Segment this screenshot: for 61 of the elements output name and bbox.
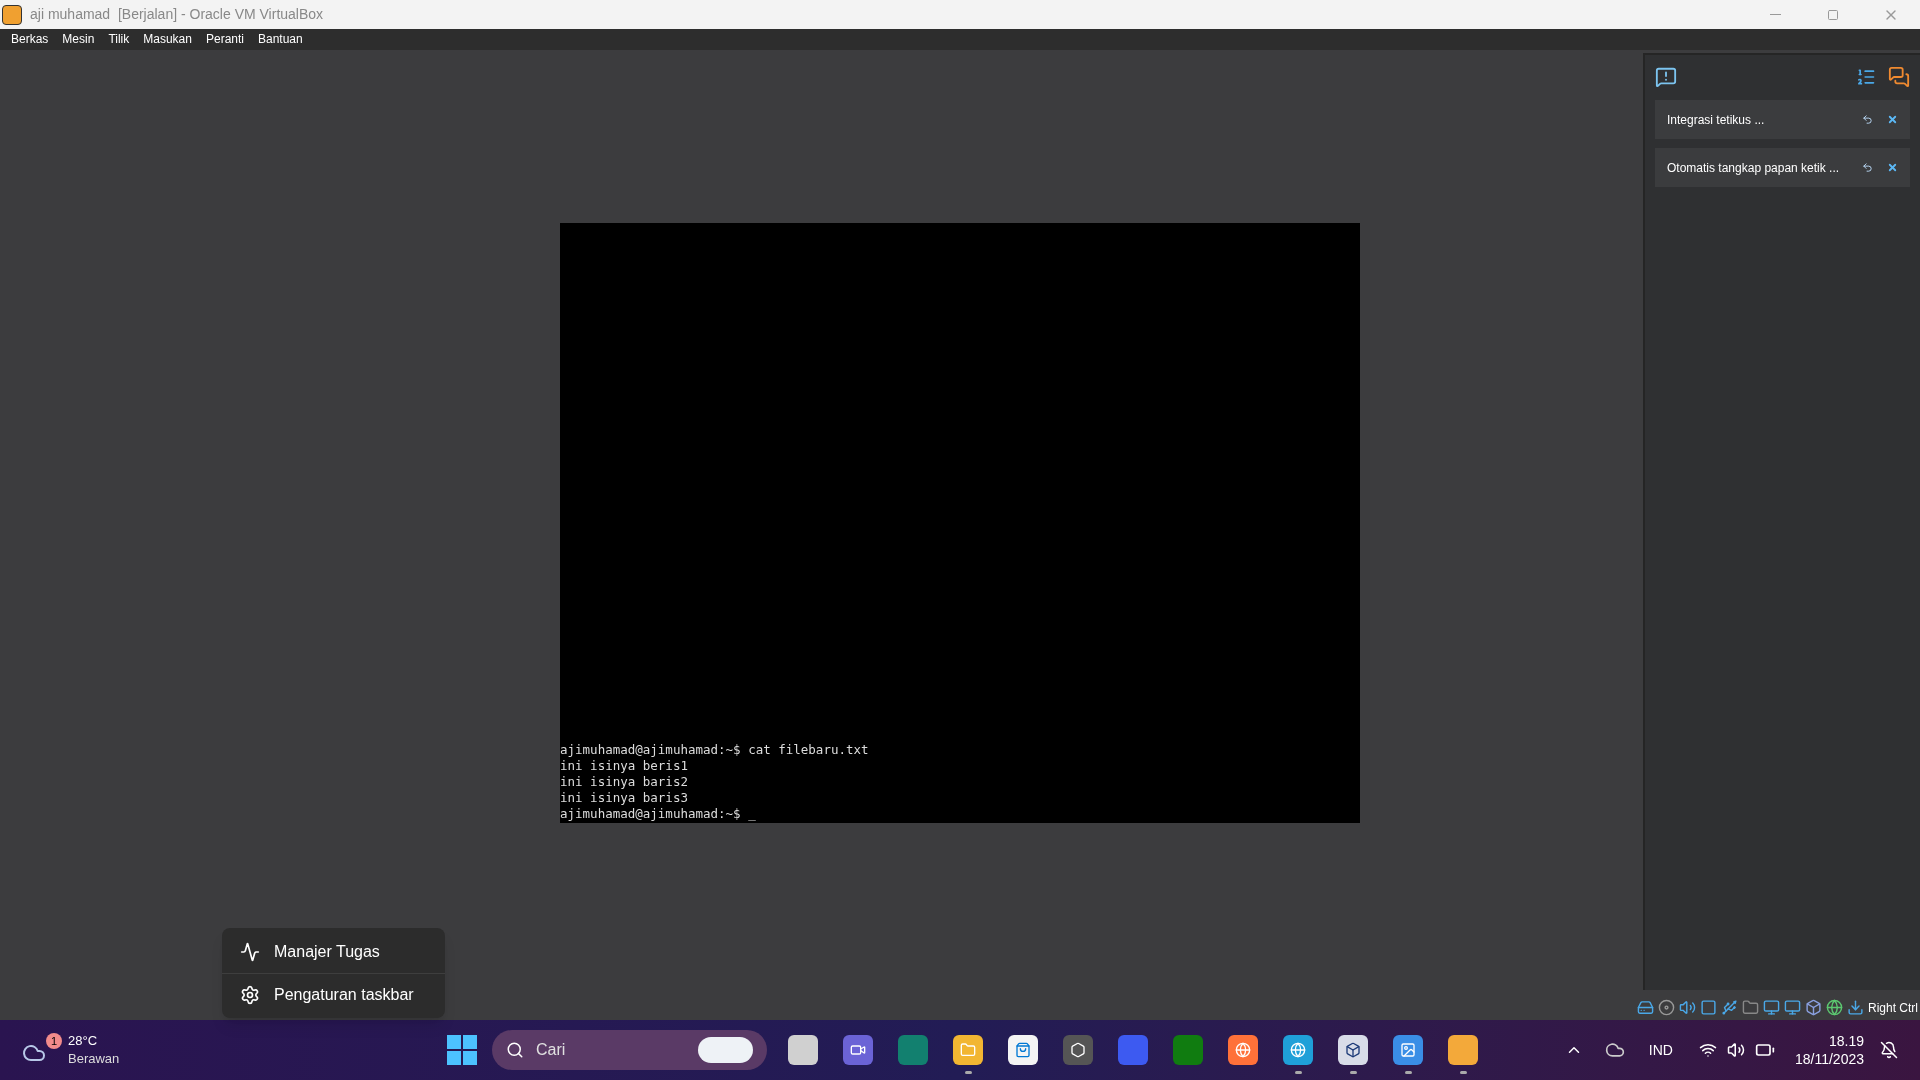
wifi-icon[interactable] <box>1698 1041 1717 1059</box>
running-indicator <box>964 1071 972 1074</box>
photos-icon[interactable] <box>1393 1035 1423 1065</box>
running-indicator <box>1349 1071 1357 1074</box>
host-key-label: Right Ctrl <box>1868 999 1918 1017</box>
close-icon[interactable] <box>1887 162 1898 173</box>
clock-date[interactable]: 18/11/2023 <box>1794 1050 1864 1068</box>
context-menu-item[interactable]: Pengaturan taskbar <box>222 973 445 1016</box>
start-icon[interactable] <box>447 1035 477 1065</box>
optical-disc-icon[interactable] <box>1658 999 1675 1016</box>
download-icon[interactable] <box>1847 999 1864 1016</box>
running-indicator <box>1404 1071 1412 1074</box>
undo-icon[interactable] <box>1862 162 1873 173</box>
context-menu-item[interactable]: Manajer Tugas <box>222 930 445 973</box>
close-icon[interactable] <box>1887 114 1898 125</box>
restore-icon <box>1827 8 1839 21</box>
shared-folder-icon[interactable] <box>1742 999 1759 1016</box>
notification-text: Otomatis tangkap papan ketik ... <box>1667 159 1841 177</box>
menu-item[interactable]: Mesin <box>56 29 101 50</box>
notification-text: Integrasi tetikus ... <box>1667 111 1766 129</box>
display-icon[interactable] <box>1763 999 1780 1016</box>
audio-icon[interactable] <box>1679 999 1696 1016</box>
minimize-icon <box>1769 14 1781 15</box>
settings-icon <box>240 985 260 1005</box>
folder-icon[interactable] <box>953 1035 983 1065</box>
browser-icon[interactable] <box>1228 1035 1258 1065</box>
window-title: aji muhamad [Berjalan] - Oracle VM VirtualBox <box>30 5 324 24</box>
cloud-info-icon[interactable] <box>1604 1040 1625 1060</box>
sort-list-icon[interactable] <box>1856 67 1876 87</box>
volume-icon[interactable] <box>1726 1041 1745 1059</box>
search-field[interactable]: Cari <box>492 1030 767 1070</box>
globe-icon[interactable] <box>1826 999 1843 1016</box>
terminal-line: ini isinya beris1 <box>560 758 689 774</box>
search-icon <box>506 1041 524 1059</box>
weather-condition: Berawan <box>68 1050 120 1068</box>
notification-bell-icon[interactable] <box>1880 1041 1898 1059</box>
usb-icon[interactable] <box>1721 999 1738 1016</box>
running-indicator <box>1459 1071 1467 1074</box>
terminal-line: ini isinya baris2 <box>560 774 689 790</box>
shopping-bag-icon[interactable] <box>1008 1035 1038 1065</box>
menu-item[interactable]: Masukan <box>137 29 198 50</box>
alert-message-icon[interactable] <box>1655 66 1677 88</box>
notification-badge: 1 <box>46 1033 62 1049</box>
temperature: 28°C <box>68 1032 99 1050</box>
menu-item[interactable]: Tilik <box>102 29 136 50</box>
menu-item[interactable]: Peranti <box>199 29 250 50</box>
terminal-line: ini isinya baris3 <box>560 790 689 806</box>
running-indicator <box>1294 1071 1302 1074</box>
terminal-line: ajimuhamad@ajimuhamad:~$ _ <box>560 806 757 822</box>
task-manager-icon <box>240 941 260 962</box>
menu-item[interactable]: Bantuan <box>252 29 309 50</box>
terminal-line: ajimuhamad@ajimuhamad:~$ cat filebaru.txt <box>560 742 870 758</box>
video-chat-icon[interactable] <box>843 1035 873 1065</box>
undo-icon[interactable] <box>1862 114 1873 125</box>
vm-screen[interactable]: ajimuhamad@ajimuhamad:~$ cat filebaru.txt ini isinya beris1 ini isinya baris2 ini isinya baris3 ajimuhamad@ajimuhamad:~$ _ <box>560 223 1360 823</box>
clock-time[interactable]: 18.19 <box>1828 1032 1864 1050</box>
language-indicator[interactable]: IND <box>1648 1039 1673 1061</box>
browser-icon[interactable] <box>1283 1035 1313 1065</box>
menu-item[interactable]: Berkas <box>5 29 55 50</box>
messages-icon[interactable] <box>1888 66 1910 88</box>
cube-icon[interactable] <box>1338 1035 1368 1065</box>
